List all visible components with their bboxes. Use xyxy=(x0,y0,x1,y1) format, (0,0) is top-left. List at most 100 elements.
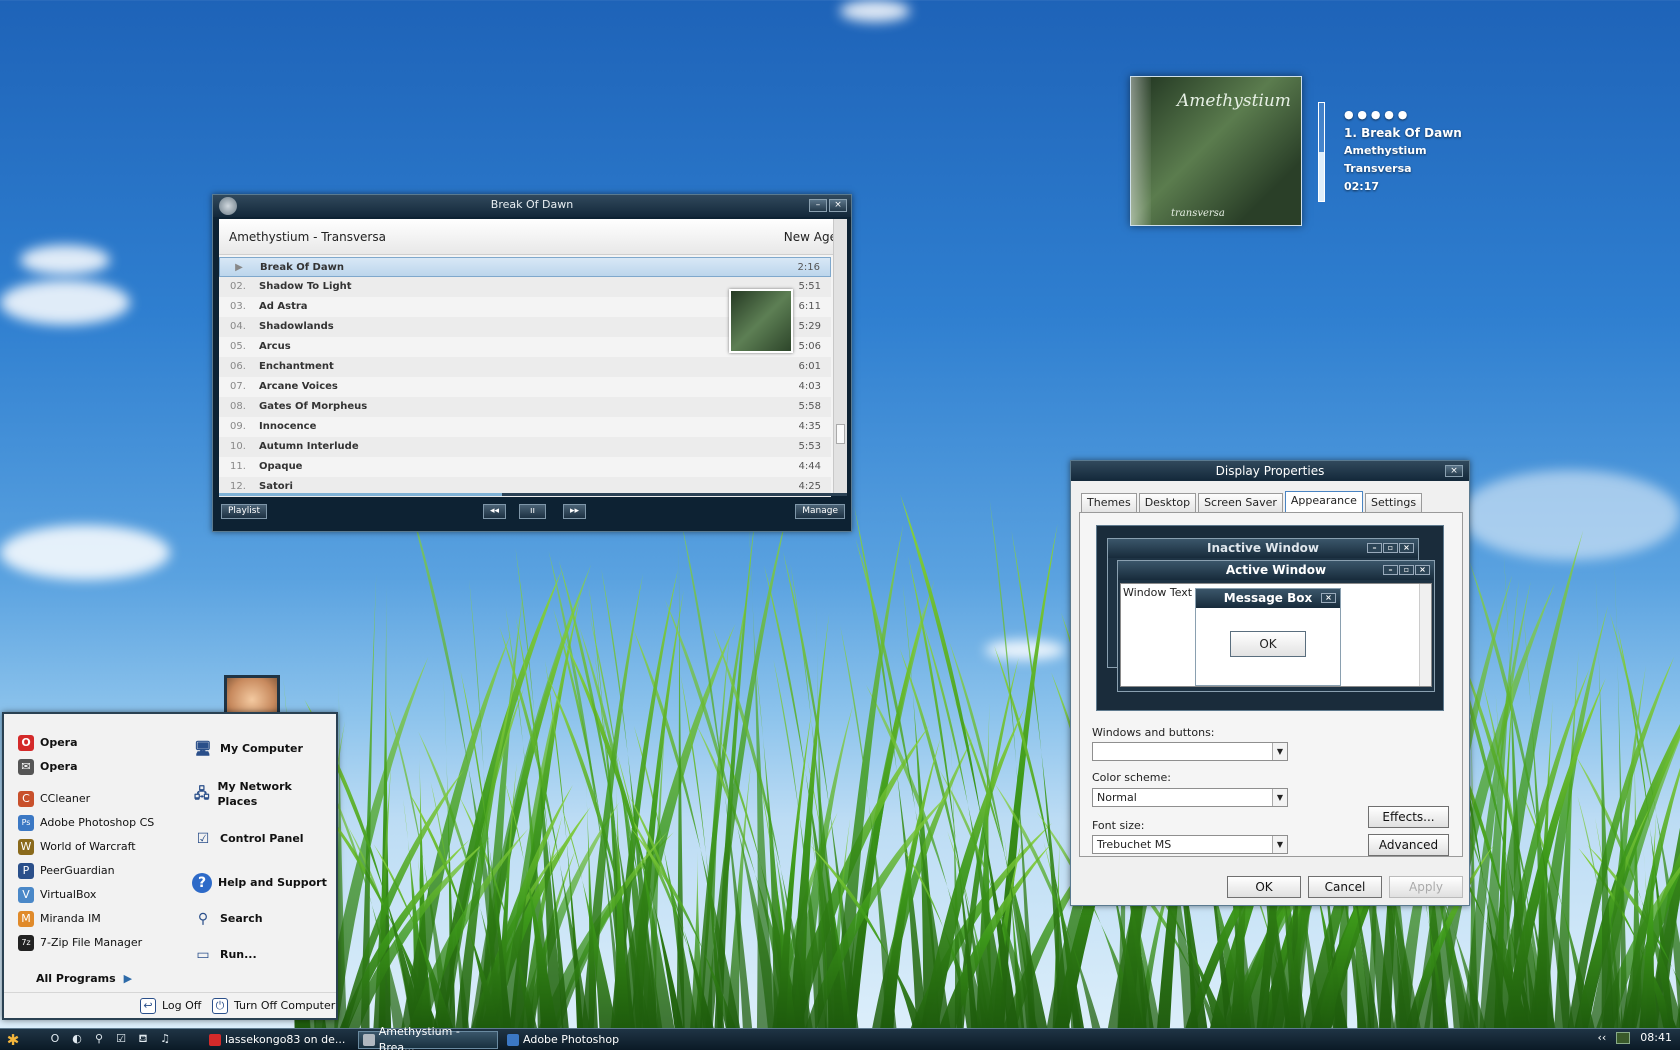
start-menu-place[interactable]: ☑ Control Panel xyxy=(192,828,304,850)
appearance-preview: Inactive Window – ▫ × Active Window – ▫ × Wi… xyxy=(1096,525,1444,711)
seek-bar[interactable] xyxy=(219,493,847,496)
chevron-down-icon[interactable]: ▼ xyxy=(1272,743,1287,760)
ok-button[interactable]: OK xyxy=(1227,876,1301,898)
start-menu-footer: ↩ Log Off ⏻ Turn Off Computer xyxy=(4,992,336,1018)
quick-launch-icon[interactable]: O xyxy=(44,1032,66,1047)
start-menu-item-label: CCleaner xyxy=(40,792,91,805)
taskbar-button[interactable]: Amethystium - Brea... xyxy=(358,1025,498,1050)
cover-title: Amethystium xyxy=(1177,91,1291,111)
tray-expand-icon[interactable]: ‹‹ xyxy=(1597,1031,1606,1044)
start-menu-place[interactable]: ? Help and Support xyxy=(192,872,327,894)
display-properties-titlebar[interactable]: Display Properties × xyxy=(1071,461,1469,481)
font-size-select[interactable]: Trebuchet MS ▼ xyxy=(1092,835,1288,854)
track-row-7[interactable]: 07. Arcane Voices 4:03 xyxy=(219,377,831,397)
track-row-8[interactable]: 08. Gates Of Morpheus 5:58 xyxy=(219,397,831,417)
tab-settings[interactable]: Settings xyxy=(1364,493,1423,512)
next-button[interactable]: ▸▸ xyxy=(563,504,587,519)
start-menu-item[interactable]: P PeerGuardian xyxy=(18,860,115,882)
start-menu-item-label: Miranda IM xyxy=(40,912,101,925)
active-window-buttons: – ▫ × xyxy=(1383,565,1430,575)
chevron-down-icon[interactable]: ▼ xyxy=(1272,836,1287,853)
media-player-title: Break Of Dawn xyxy=(490,198,574,211)
rating-dots[interactable]: ● ● ● ● ● xyxy=(1344,106,1462,124)
taskbar-button[interactable]: lassekongo83 on de... xyxy=(204,1031,354,1049)
arrow-right-icon: ▶ xyxy=(123,972,133,985)
color-scheme-select[interactable]: Normal ▼ xyxy=(1092,788,1288,807)
start-menu-item[interactable]: C CCleaner xyxy=(18,788,90,810)
quick-launch-icon[interactable]: ◐ xyxy=(66,1032,88,1047)
cancel-button[interactable]: Cancel xyxy=(1308,876,1382,898)
cd-case-spine xyxy=(1131,77,1151,225)
taskbar-button[interactable]: Adobe Photoshop xyxy=(502,1031,632,1049)
app-icon xyxy=(507,1033,519,1046)
chevron-down-icon[interactable]: ▼ xyxy=(1272,789,1287,806)
album-art-thumbnail xyxy=(729,289,793,353)
close-button[interactable]: × xyxy=(1445,465,1463,477)
advanced-button[interactable]: Advanced xyxy=(1368,834,1449,856)
mail-icon: ✉ xyxy=(18,759,34,775)
log-off-button[interactable]: ↩ Log Off xyxy=(140,995,201,1017)
windows-buttons-select[interactable]: ▼ xyxy=(1092,742,1288,761)
wow-icon: W xyxy=(18,839,34,855)
peerguardian-icon: P xyxy=(18,863,34,879)
all-programs-label: All Programs xyxy=(36,972,116,985)
start-menu-place[interactable]: ⚲ Search xyxy=(192,908,263,930)
start-menu-item[interactable]: O Opera xyxy=(18,732,78,754)
tab-screen-saver[interactable]: Screen Saver xyxy=(1198,493,1283,512)
system-tray: ‹‹ 08:41 xyxy=(1597,1031,1672,1044)
message-box-buttons: × xyxy=(1321,593,1336,603)
all-programs-button[interactable]: All Programs ▶ xyxy=(36,968,132,990)
track-row-10[interactable]: 10. Autumn Interlude 5:53 xyxy=(219,437,831,457)
appearance-panel: Inactive Window – ▫ × Active Window – ▫ × Wi… xyxy=(1079,512,1463,857)
start-menu-place[interactable]: 🖧 My Network Places xyxy=(192,776,322,812)
tab-themes[interactable]: Themes xyxy=(1081,493,1137,512)
tab-desktop[interactable]: Desktop xyxy=(1138,493,1197,512)
network-tray-icon[interactable] xyxy=(1616,1031,1631,1044)
alien-logo-icon[interactable] xyxy=(219,197,237,215)
start-menu-item-label: World of Warcraft xyxy=(40,840,136,853)
app-icon xyxy=(363,1033,375,1046)
quick-launch-icon[interactable]: ♫ xyxy=(154,1032,176,1047)
track-row-11[interactable]: 11. Opaque 4:44 xyxy=(219,457,831,477)
track-row-6[interactable]: 06. Enchantment 6:01 xyxy=(219,357,831,377)
manage-button[interactable]: Manage xyxy=(795,504,845,519)
start-menu-item[interactable]: ✉ Opera xyxy=(18,756,78,778)
track-row-1[interactable]: ▶ Break Of Dawn 2:16 xyxy=(219,257,831,277)
start-menu-item[interactable]: Ps Adobe Photoshop CS xyxy=(18,812,154,834)
start-menu-item[interactable]: M Miranda IM xyxy=(18,908,101,930)
preview-ok-button: OK xyxy=(1230,631,1306,657)
start-menu-place-label: Run... xyxy=(220,948,257,961)
color-scheme-label: Color scheme: xyxy=(1092,771,1171,784)
start-menu-item[interactable]: W World of Warcraft xyxy=(18,836,136,858)
scrollbar-thumb[interactable] xyxy=(836,424,845,444)
turn-off-button[interactable]: ⏻ Turn Off Computer xyxy=(212,995,335,1017)
inactive-window-title: Inactive Window xyxy=(1206,541,1320,555)
start-menu-place[interactable]: 🖥 My Computer xyxy=(192,738,303,760)
pause-button[interactable]: ıı xyxy=(519,504,547,519)
quick-launch-icon[interactable]: ⛾ xyxy=(132,1032,154,1047)
start-menu-place[interactable]: ▭ Run... xyxy=(192,944,257,966)
task-buttons: lassekongo83 on de... Amethystium - Brea.… xyxy=(200,1025,632,1050)
inactive-window-buttons: – ▫ × xyxy=(1367,543,1414,553)
window-text: Window Text xyxy=(1123,586,1193,599)
clock[interactable]: 08:41 xyxy=(1640,1031,1672,1044)
close-button[interactable]: × xyxy=(829,199,847,212)
7zip-icon: 7z xyxy=(18,935,34,951)
volume-bar[interactable] xyxy=(1318,102,1325,202)
start-menu-item[interactable]: V VirtualBox xyxy=(18,884,96,906)
apply-button[interactable]: Apply xyxy=(1389,876,1463,898)
media-player-titlebar[interactable]: Break Of Dawn – × xyxy=(213,195,851,217)
genre-label: New Age xyxy=(783,230,837,244)
quick-launch-icon[interactable]: ⚲ xyxy=(88,1032,110,1047)
previous-button[interactable]: ◂◂ xyxy=(483,504,507,519)
effects-button[interactable]: Effects... xyxy=(1368,806,1449,828)
playlist-button[interactable]: Playlist xyxy=(221,504,267,519)
start-button[interactable]: ✱ xyxy=(2,1030,24,1050)
track-row-9[interactable]: 09. Innocence 4:35 xyxy=(219,417,831,437)
quick-launch-icon[interactable]: ☑ xyxy=(110,1032,132,1047)
playlist-panel: Amethystium - Transversa New Age ▶ Break … xyxy=(219,219,847,497)
tab-appearance[interactable]: Appearance xyxy=(1284,491,1363,512)
minimize-button[interactable]: – xyxy=(809,199,827,212)
start-menu-item[interactable]: 7z 7-Zip File Manager xyxy=(18,932,142,954)
playlist-scrollbar[interactable] xyxy=(833,219,847,493)
